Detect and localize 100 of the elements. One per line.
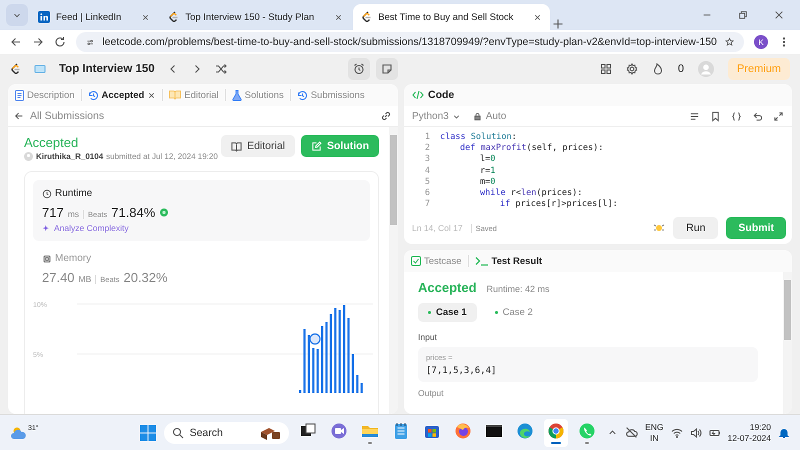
close-icon[interactable] xyxy=(141,12,150,22)
memory-label: Memory xyxy=(55,253,92,264)
case-tab[interactable]: Case 1 xyxy=(418,303,477,322)
address-bar[interactable]: leetcode.com/problems/best-time-to-buy-and-sell-stock/submissions/1318709949/?envType=study-plan-v2&envId=top-interview-150 xyxy=(76,32,744,52)
book-icon xyxy=(169,90,182,100)
alarm-clock-icon xyxy=(353,63,366,75)
study-plan-icon xyxy=(33,63,47,75)
code-panel-title: Code xyxy=(428,89,454,101)
history-icon xyxy=(88,90,99,100)
braces-icon[interactable] xyxy=(731,110,742,122)
chat-icon[interactable] xyxy=(330,422,348,440)
user-avatar-icon xyxy=(24,152,33,161)
close-icon[interactable] xyxy=(334,12,344,22)
timer-button[interactable] xyxy=(348,58,370,80)
clock-time[interactable]: 19:20 xyxy=(750,422,771,432)
shuffle-icon[interactable] xyxy=(214,63,227,75)
region-indicator[interactable]: IN xyxy=(650,432,659,444)
expand-icon[interactable] xyxy=(773,110,784,122)
book-icon xyxy=(231,140,242,152)
checkbox-icon xyxy=(411,256,421,266)
result-status: Accepted xyxy=(418,280,477,295)
back-arrow-icon[interactable] xyxy=(14,111,24,121)
star-icon[interactable] xyxy=(724,36,734,48)
code-line[interactable]: if prices[r]>prices[l]: xyxy=(440,199,618,210)
back-icon[interactable] xyxy=(10,36,22,48)
line-number: 6 xyxy=(424,188,431,198)
close-icon[interactable] xyxy=(774,10,784,20)
panel-tab[interactable]: Accepted xyxy=(84,88,160,102)
clock-date[interactable]: 12-07-2024 xyxy=(728,432,771,444)
profile-avatar[interactable]: K xyxy=(754,35,768,49)
line-number: 7 xyxy=(424,199,431,210)
reload-icon[interactable] xyxy=(54,36,66,48)
code-line[interactable]: class Solution: xyxy=(440,132,517,142)
chrome-icon[interactable] xyxy=(546,422,565,440)
line-number: 1 xyxy=(424,132,431,142)
close-icon[interactable] xyxy=(147,90,156,100)
input-label: Input xyxy=(418,332,438,342)
code-line[interactable]: l=0 xyxy=(440,154,496,164)
runtime-unit: ms xyxy=(68,209,80,219)
chocolate-icon xyxy=(258,426,281,440)
close-icon[interactable] xyxy=(533,12,542,22)
browser-tab[interactable]: Best Time to Buy and Sell Stock xyxy=(353,4,550,30)
panel-tab[interactable]: Test Result xyxy=(472,254,546,268)
flask-icon xyxy=(232,90,242,100)
wave-circle-icon[interactable] xyxy=(516,422,534,440)
wifi-icon[interactable] xyxy=(670,426,683,438)
memory-value: 27.40 xyxy=(42,270,75,285)
scrollbar[interactable] xyxy=(783,272,792,414)
chip-icon xyxy=(42,254,52,264)
settings-icon[interactable] xyxy=(626,63,638,75)
cloud-off-icon[interactable] xyxy=(625,426,638,439)
undo-icon[interactable] xyxy=(752,110,763,122)
weather-cloud-icon[interactable] xyxy=(10,424,28,440)
line-number: 2 xyxy=(424,142,431,153)
run-button[interactable]: Run xyxy=(673,217,718,239)
edit-icon xyxy=(311,140,322,152)
leetcode-logo-icon xyxy=(10,63,21,75)
notes-button[interactable] xyxy=(376,58,398,80)
note-icon xyxy=(381,63,394,75)
speaker-icon[interactable] xyxy=(690,426,702,438)
line-number: 5 xyxy=(424,176,431,187)
scrollbar[interactable] xyxy=(389,127,398,414)
bookmark-icon[interactable] xyxy=(710,110,721,122)
start-icon[interactable] xyxy=(138,424,157,442)
output-label: Output xyxy=(418,388,445,398)
editorial-button[interactable]: Editorial xyxy=(221,135,295,157)
streak-count: 0 xyxy=(678,63,684,75)
line-number: 3 xyxy=(424,154,431,164)
runtime-text: Runtime: 42 ms xyxy=(486,284,550,294)
submission-time: submitted at Jul 12, 2024 19:20 xyxy=(106,152,218,161)
username[interactable]: Kiruthika_R_0104 xyxy=(36,152,104,161)
code-icon xyxy=(412,89,424,101)
code-line[interactable]: def maxProfit(self, prices): xyxy=(440,142,604,153)
fox-globe-icon[interactable] xyxy=(454,422,472,440)
cursor-position: Ln 14, Col 17 xyxy=(412,223,463,233)
search-icon xyxy=(172,426,184,438)
analyze-complexity-link[interactable]: Analyze Complexity xyxy=(54,223,129,233)
code-line[interactable]: m=0 xyxy=(440,176,496,187)
runtime-value: 717 xyxy=(42,205,64,220)
leetcode-logo-icon xyxy=(168,11,180,23)
format-icon[interactable] xyxy=(689,110,700,122)
layout-icon[interactable] xyxy=(600,63,612,75)
language-indicator[interactable]: ENG xyxy=(645,422,664,432)
browser-tab[interactable]: Top Interview 150 - Study Plan xyxy=(160,4,352,30)
sparkle-icon xyxy=(42,224,51,232)
new-tab-icon[interactable] xyxy=(552,18,564,30)
terminal-icon xyxy=(474,256,488,266)
problem-list-title[interactable]: Top Interview 150 xyxy=(59,63,155,75)
code-line[interactable]: while r<len(prices): xyxy=(440,188,582,198)
forward-icon[interactable] xyxy=(32,36,44,48)
notification-bell-icon[interactable] xyxy=(778,426,790,438)
beats-percentage: 20.32% xyxy=(123,270,168,285)
search-field[interactable]: Search xyxy=(164,422,289,444)
clock-icon xyxy=(42,188,52,198)
restore-icon[interactable] xyxy=(738,10,748,20)
code-line[interactable]: r=1 xyxy=(440,166,496,176)
browser-tab[interactable]: Feed | LinkedIn xyxy=(30,4,158,30)
link-icon[interactable] xyxy=(380,110,392,122)
parameter-value: [7,1,5,3,6,4] xyxy=(426,366,498,376)
lock-icon xyxy=(472,112,482,120)
